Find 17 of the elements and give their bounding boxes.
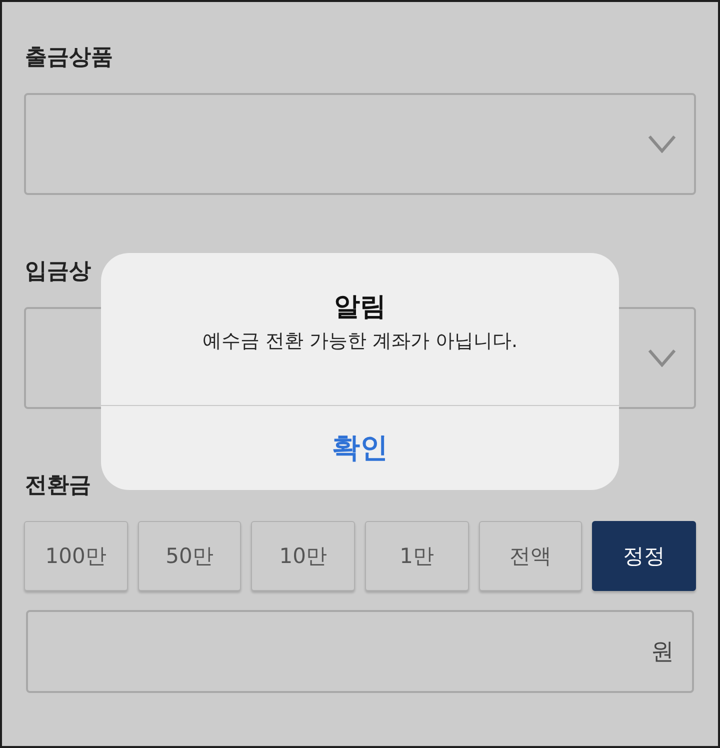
- dialog-title: 알림: [334, 291, 386, 324]
- chevron-down-icon: [648, 349, 676, 367]
- unit-label: 원: [651, 638, 674, 667]
- field-label: 출금상품: [25, 44, 113, 72]
- amount-button[interactable]: 50만: [138, 521, 242, 591]
- product-select[interactable]: [24, 93, 696, 195]
- chevron-down-icon: [648, 135, 676, 153]
- amount-button[interactable]: 10만: [251, 521, 355, 591]
- amount-button[interactable]: 100만: [24, 521, 128, 591]
- field-label: 입금상: [25, 258, 91, 286]
- amount-button[interactable]: 전액: [478, 521, 582, 591]
- amount-field[interactable]: 원: [26, 610, 694, 693]
- amount-button[interactable]: 1만: [364, 521, 469, 591]
- field-label: 전환금: [25, 472, 91, 500]
- amount-button[interactable]: 정정: [592, 521, 696, 591]
- dialog-message: 예수금 전환 가능한 계좌가 아닙니다.: [202, 329, 518, 354]
- confirm-button[interactable]: 확인: [326, 430, 394, 466]
